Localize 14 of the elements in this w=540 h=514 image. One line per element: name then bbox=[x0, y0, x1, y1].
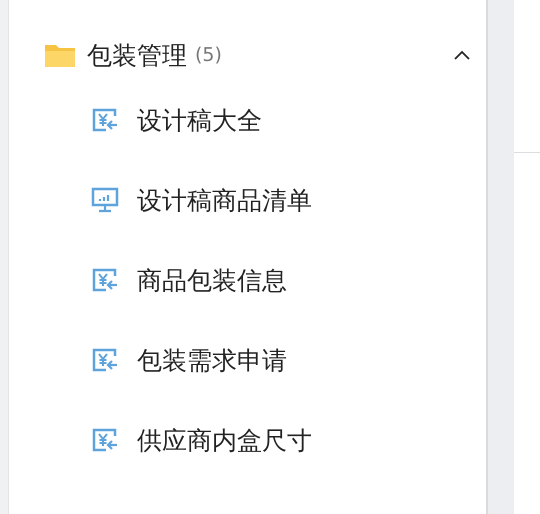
invoice-icon bbox=[91, 347, 119, 373]
item-count: (5) bbox=[195, 44, 222, 66]
invoice-icon bbox=[91, 107, 119, 133]
group-title: 包装管理 bbox=[87, 40, 187, 72]
menu-item[interactable]: 包装需求申请 bbox=[137, 344, 287, 376]
folder-icon bbox=[45, 43, 75, 67]
menu-item[interactable]: 设计稿商品清单 bbox=[137, 184, 312, 216]
menu-item[interactable]: 供应商内盒尺寸 bbox=[137, 424, 312, 456]
invoice-icon bbox=[91, 427, 119, 453]
menu-item[interactable]: 商品包装信息 bbox=[137, 264, 287, 296]
monitor-icon bbox=[91, 187, 119, 213]
caret-icon[interactable] bbox=[454, 50, 470, 60]
menu-item[interactable]: 设计稿大全 bbox=[137, 104, 262, 136]
invoice-icon bbox=[91, 267, 119, 293]
